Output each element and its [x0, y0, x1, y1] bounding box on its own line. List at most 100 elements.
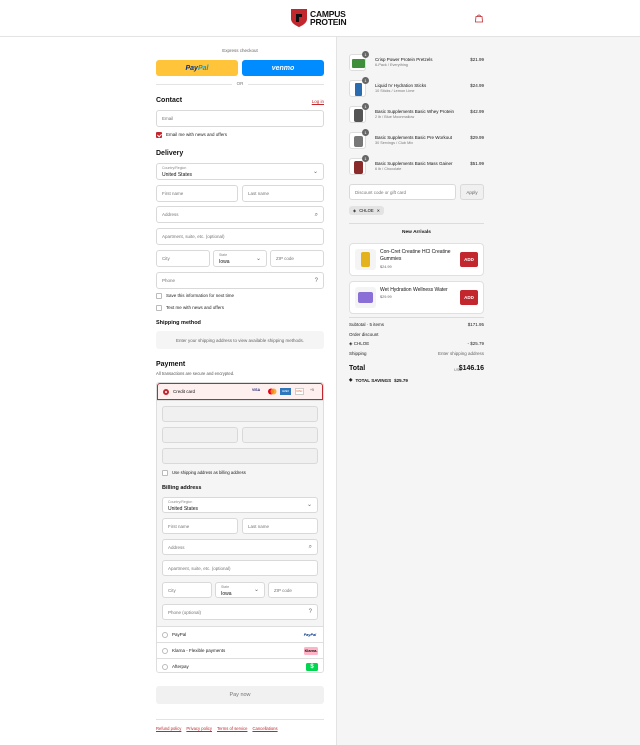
total-savings-label: TOTAL SAVINGS: [355, 377, 392, 383]
billing-country-value: United States: [168, 506, 199, 512]
credit-card-radio[interactable]: [163, 389, 169, 395]
country-select[interactable]: Country/Region United States ⌄: [156, 163, 324, 180]
name-on-card-field[interactable]: [162, 448, 318, 464]
close-icon[interactable]: ✕: [377, 208, 381, 213]
item-variant: 6-Pack / Everything: [375, 63, 408, 67]
afterpay-radio[interactable]: [162, 664, 168, 670]
email-placeholder: Email: [162, 116, 174, 121]
subtotal-row: Subtotal · 5 items $171.95: [349, 322, 484, 327]
order-discount-row: Order discount: [349, 332, 484, 337]
save-info-label: Save this information for next time: [166, 293, 235, 298]
cancellations-link[interactable]: Cancellations: [252, 726, 277, 731]
country-label: Country/Region: [162, 166, 187, 170]
credit-card-option[interactable]: Credit card VISA AMEX DISC +5: [157, 383, 323, 400]
login-link[interactable]: Log in: [312, 99, 324, 104]
apply-button[interactable]: Apply: [460, 184, 484, 200]
afterpay-option-label: Afterpay: [172, 664, 189, 669]
product-image: [355, 287, 376, 308]
city-field[interactable]: City: [156, 250, 210, 267]
text-me-checkbox[interactable]: [156, 305, 162, 311]
state-select[interactable]: State Iowa ⌄: [213, 250, 267, 267]
help-icon[interactable]: ?: [309, 609, 312, 615]
add-button[interactable]: ADD: [460, 290, 478, 305]
amex-icon: AMEX: [280, 388, 291, 395]
total-value: $146.16: [458, 365, 484, 372]
billing-address-placeholder: Address: [168, 545, 185, 550]
billing-apartment-field[interactable]: Apartment, suite, etc. (optional): [162, 560, 318, 576]
klarna-option-label: Klarna - Flexible payments: [172, 648, 226, 653]
billing-state-select[interactable]: State Iowa ⌄: [215, 582, 265, 598]
pay-now-button[interactable]: Pay now: [156, 686, 324, 704]
venmo-express-button[interactable]: venmo: [242, 60, 324, 76]
chevron-down-icon: ⌄: [312, 169, 318, 175]
klarna-payment-option[interactable]: Klarna - Flexible payments Klarna.: [157, 642, 323, 658]
credit-card-label: Credit card: [173, 389, 196, 394]
visa-icon: VISA: [252, 388, 261, 392]
help-icon[interactable]: ?: [315, 278, 318, 284]
card-number-field[interactable]: [162, 406, 318, 422]
zip-placeholder: ZIP code: [276, 256, 294, 261]
billing-city-field[interactable]: City: [162, 582, 212, 598]
add-button[interactable]: ADD: [460, 252, 478, 267]
billing-country-select[interactable]: Country/Region United States ⌄: [162, 497, 318, 513]
billing-address-field[interactable]: Address ⌕: [162, 539, 318, 555]
expiry-field[interactable]: [162, 427, 238, 443]
last-name-field[interactable]: Last name: [242, 185, 324, 202]
item-price: $29.99: [470, 135, 484, 140]
discount-code-label: CHLOE: [353, 341, 370, 346]
quantity-badge: 1: [362, 77, 369, 84]
billing-first-name-field[interactable]: First name: [162, 518, 238, 534]
terms-of-service-link[interactable]: Terms of service: [217, 726, 247, 731]
new-arrival-price: $24.99: [380, 265, 392, 269]
save-info-checkbox[interactable]: [156, 293, 162, 299]
phone-placeholder: Phone: [162, 278, 176, 283]
chevron-down-icon: ⌄: [255, 256, 261, 262]
brand-logo[interactable]: CAMPUS PROTEIN: [290, 7, 347, 29]
klarna-logo-icon: Klarna.: [304, 647, 318, 655]
item-variant: 30 Servings / Club Mix: [375, 141, 413, 145]
email-news-checkbox[interactable]: [156, 132, 162, 138]
discount-code-row: ◈ CHLOE - $25.79: [349, 341, 484, 347]
klarna-radio[interactable]: [162, 648, 168, 654]
afterpay-logo-icon: $: [306, 663, 318, 671]
paypal-payment-option[interactable]: PayPal PayPal: [157, 626, 323, 642]
item-variant: 6 lb / Chocolate: [375, 167, 402, 171]
address-field[interactable]: Address ⌕: [156, 206, 324, 223]
billing-title: Billing address: [162, 485, 202, 491]
shield-logo-icon: [291, 9, 307, 27]
use-shipping-checkbox[interactable]: [162, 470, 168, 476]
refund-policy-link[interactable]: Refund policy: [156, 726, 181, 731]
discount-code-input[interactable]: Discount code or gift card: [349, 184, 456, 200]
billing-first-name-placeholder: First name: [168, 524, 190, 529]
paypal-radio[interactable]: [162, 632, 168, 638]
security-code-field[interactable]: [242, 427, 318, 443]
billing-zip-field[interactable]: ZIP code: [268, 582, 318, 598]
apartment-field[interactable]: Apartment, suite, etc. (optional): [156, 228, 324, 245]
shipping-value: Enter shipping address: [437, 351, 484, 356]
billing-last-name-field[interactable]: Last name: [242, 518, 318, 534]
email-field[interactable]: Email: [156, 110, 324, 127]
zip-field[interactable]: ZIP code: [270, 250, 324, 267]
first-name-field[interactable]: First name: [156, 185, 238, 202]
billing-phone-field[interactable]: Phone (optional) ?: [162, 604, 318, 620]
mastercard-icon: [268, 388, 277, 395]
paypal-express-button[interactable]: Pay Pal: [156, 60, 238, 76]
total-savings-value: $25.79: [394, 377, 408, 383]
billing-apartment-placeholder: Apartment, suite, etc. (optional): [168, 566, 231, 571]
state-label: State: [219, 253, 228, 257]
quantity-badge: 1: [362, 51, 369, 58]
state-value: Iowa: [219, 259, 230, 265]
country-value: United States: [162, 172, 193, 178]
billing-city-placeholder: City: [168, 588, 176, 593]
phone-field[interactable]: Phone ?: [156, 272, 324, 289]
shipping-row: Shipping Enter shipping address: [349, 351, 484, 356]
afterpay-payment-option[interactable]: Afterpay $: [157, 658, 323, 674]
line-item: 1 Basic Supplements Basic Mass Gainer 6 …: [349, 155, 484, 180]
privacy-policy-link[interactable]: Privacy policy: [186, 726, 212, 731]
shopping-bag-icon[interactable]: [474, 13, 484, 23]
discount-chip: ◈ CHLOE ✕: [349, 206, 385, 215]
new-arrival-card: Con-Cret Creatine HCl Creatine Gummies $…: [349, 243, 484, 276]
last-name-placeholder: Last name: [248, 191, 270, 196]
line-item: 1 Crisp Power Protein Pretzels 6-Pack / …: [349, 51, 484, 76]
express-checkout-label: Express checkout: [222, 48, 258, 53]
